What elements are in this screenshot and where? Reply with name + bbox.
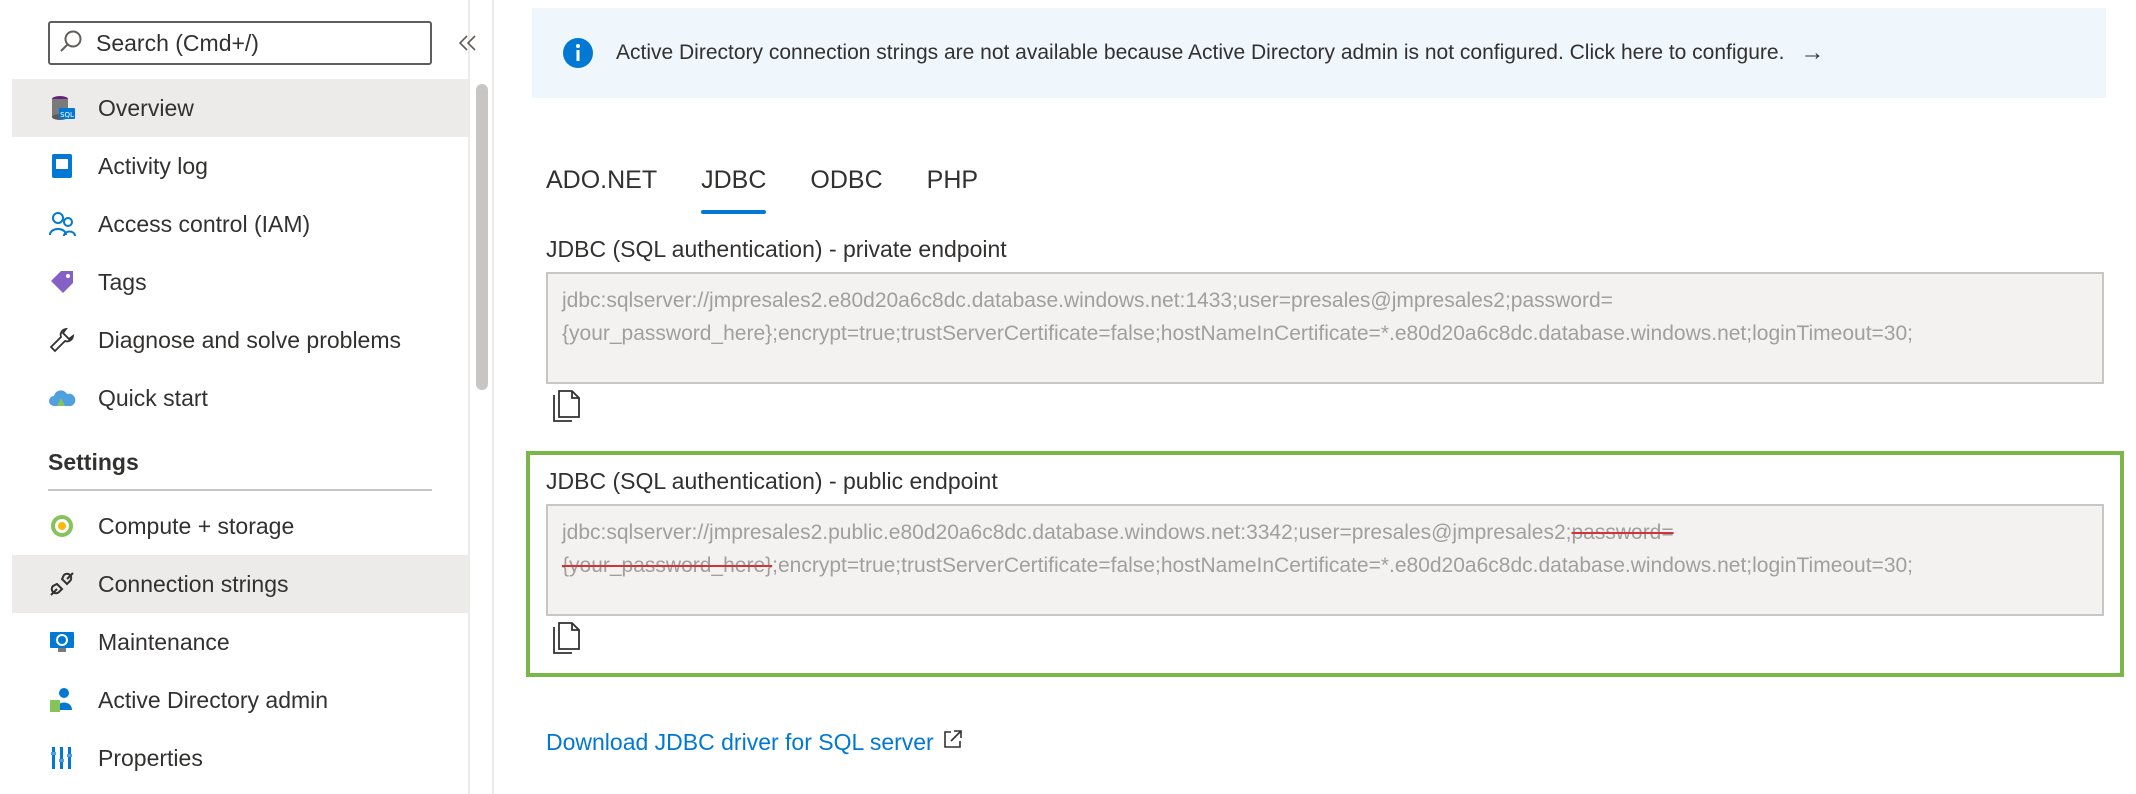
plug-icon [48, 570, 76, 598]
nav-list: SQL Overview Activity log Access control… [12, 79, 468, 787]
copy-icon[interactable] [550, 388, 584, 424]
arrow-right-icon: → [1800, 39, 1825, 66]
sidebar-item-label: Access control (IAM) [98, 210, 311, 237]
connection-string-line: jdbc:sqlserver://jmpresales2.e80d20a6c8d… [562, 289, 1613, 312]
connection-string-text: jdbc:sqlserver://jmpresales2.public.e80d… [562, 521, 1572, 544]
info-icon [562, 37, 594, 69]
section-heading-text: Settings [48, 448, 139, 475]
sidebar-item-access-control[interactable]: Access control (IAM) [12, 195, 468, 253]
people-icon [48, 210, 76, 238]
search-input[interactable] [96, 29, 416, 57]
sidebar-item-label: Active Directory admin [98, 686, 329, 713]
connection-string-line: {your_password_here};encrypt=true;trustS… [562, 549, 2088, 582]
sidebar-item-diagnose[interactable]: Diagnose and solve problems [12, 311, 468, 369]
private-endpoint-label: JDBC (SQL authentication) - private endp… [546, 236, 1007, 262]
cloud-icon [48, 384, 76, 412]
compute-icon [48, 512, 76, 540]
struck-password-value: {your_password_here} [562, 554, 773, 577]
activity-log-icon [48, 152, 76, 180]
section-divider [48, 489, 432, 491]
maintenance-icon [48, 628, 76, 656]
copy-icon[interactable] [550, 620, 584, 656]
sidebar-item-label: Properties [98, 744, 203, 771]
sidebar-item-label: Overview [98, 94, 194, 121]
struck-password-key: password= [1571, 521, 1674, 544]
tag-icon [48, 268, 76, 296]
public-endpoint-connection-string[interactable]: jdbc:sqlserver://jmpresales2.public.e80d… [546, 504, 2104, 616]
connection-string-text: ;encrypt=true;trustServerCertificate=fal… [772, 554, 1914, 577]
svg-text:SQL: SQL [60, 111, 74, 119]
sidebar-item-quick-start[interactable]: Quick start [12, 369, 468, 427]
sidebar-scrollbar[interactable] [476, 84, 488, 390]
external-link-icon [934, 728, 964, 756]
resource-menu-sidebar: SQL Overview Activity log Access control… [0, 0, 476, 794]
private-endpoint-connection-string[interactable]: jdbc:sqlserver://jmpresales2.e80d20a6c8d… [546, 272, 2104, 384]
download-jdbc-driver-link[interactable]: Download JDBC driver for SQL server [546, 728, 964, 756]
sidebar-item-label: Diagnose and solve problems [98, 326, 402, 353]
sidebar-item-label: Compute + storage [98, 512, 295, 539]
sidebar-item-connection-strings[interactable]: Connection strings [12, 555, 468, 613]
driver-tabs: ADO.NET JDBC ODBC PHP [546, 160, 1022, 214]
sidebar-item-activity-log[interactable]: Activity log [12, 137, 468, 195]
sidebar-item-label: Quick start [98, 384, 208, 411]
public-endpoint-label: JDBC (SQL authentication) - public endpo… [546, 468, 998, 494]
tab-adonet[interactable]: ADO.NET [546, 160, 657, 214]
search-box[interactable] [48, 21, 432, 65]
ad-admin-icon [48, 686, 76, 714]
search-icon [58, 28, 84, 59]
sidebar-item-label: Connection strings [98, 570, 289, 597]
sidebar-divider [492, 0, 494, 794]
sql-database-icon: SQL [48, 94, 76, 122]
tab-jdbc[interactable]: JDBC [701, 160, 767, 214]
collapse-menu-icon[interactable] [452, 27, 484, 59]
connection-string-line: {your_password_here};encrypt=true;trustS… [562, 322, 1914, 345]
banner-message: Active Directory connection strings are … [616, 41, 1785, 64]
sidebar-item-tags[interactable]: Tags [12, 253, 468, 311]
tab-odbc[interactable]: ODBC [810, 160, 882, 214]
info-banner[interactable]: Active Directory connection strings are … [532, 8, 2106, 98]
sidebar-item-active-directory-admin[interactable]: Active Directory admin [12, 671, 468, 729]
sidebar-item-maintenance[interactable]: Maintenance [12, 613, 468, 671]
sidebar-item-label: Activity log [98, 152, 208, 179]
wrench-icon [48, 326, 76, 354]
sidebar-item-properties[interactable]: Properties [12, 729, 468, 787]
tab-php[interactable]: PHP [927, 160, 978, 214]
connection-string-line: jdbc:sqlserver://jmpresales2.public.e80d… [562, 516, 2088, 549]
sidebar-item-overview[interactable]: SQL Overview [12, 79, 468, 137]
sidebar-item-compute-storage[interactable]: Compute + storage [12, 497, 468, 555]
link-text: Download JDBC driver for SQL server [546, 728, 934, 755]
properties-icon [48, 744, 76, 772]
sidebar-item-label: Maintenance [98, 628, 230, 655]
settings-section-heading: Settings [12, 427, 468, 497]
sidebar-item-label: Tags [98, 268, 147, 295]
